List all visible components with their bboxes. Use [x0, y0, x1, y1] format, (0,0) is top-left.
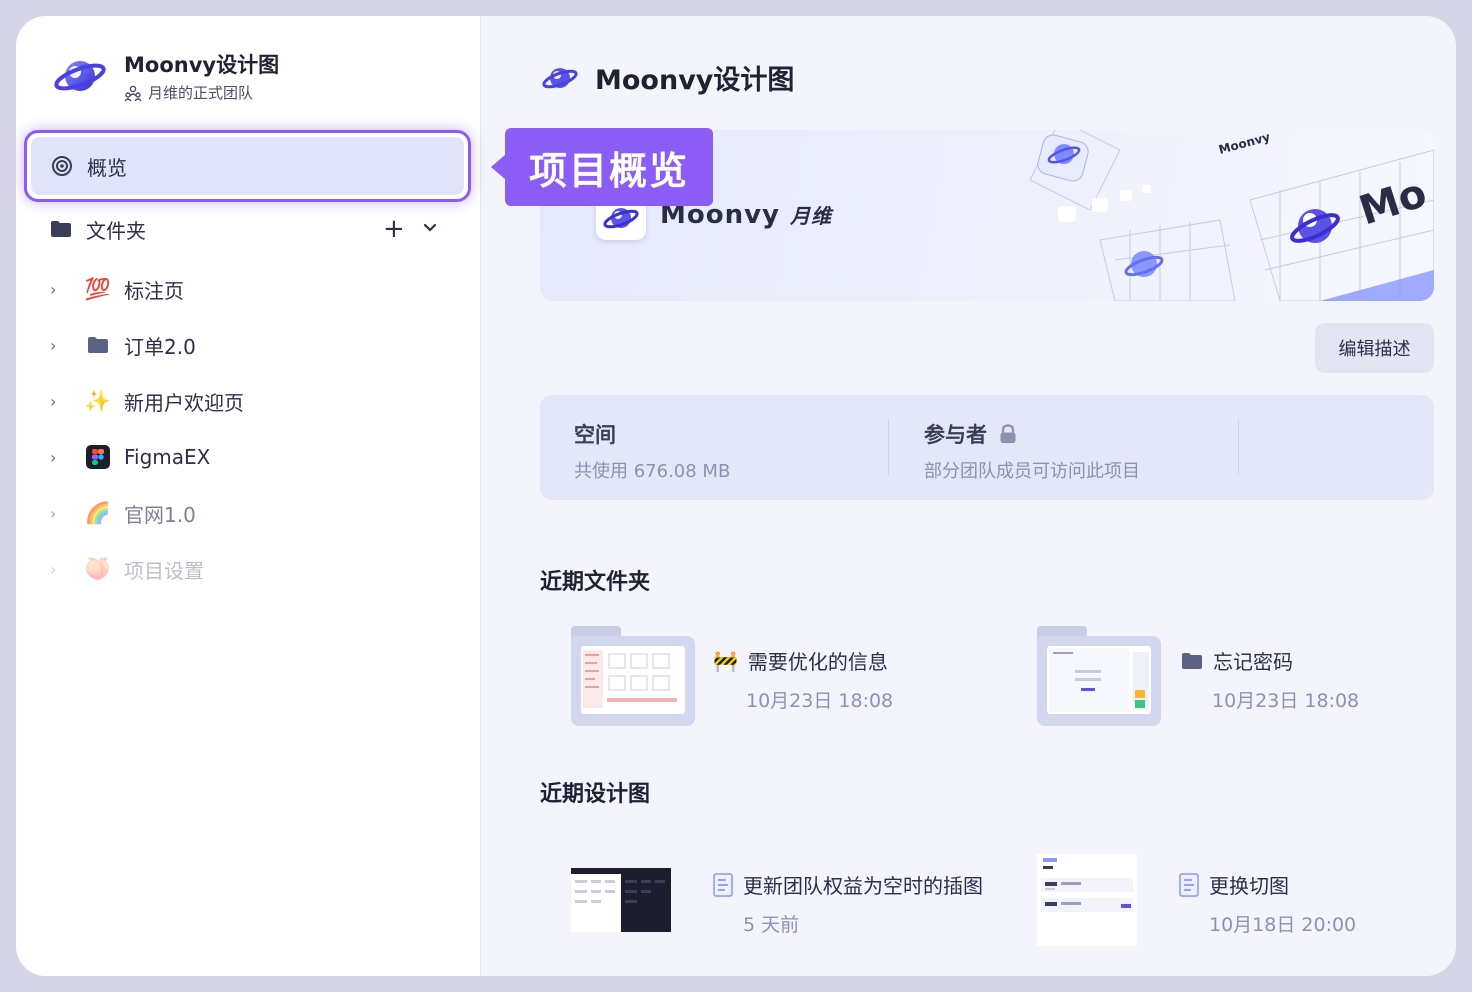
- chevron-down-icon[interactable]: [422, 220, 438, 236]
- nav-overview-label: 概览: [87, 155, 127, 180]
- sidebar-item-figmaex[interactable]: › FigmaEX: [50, 440, 210, 474]
- members-value: 部分团队成员可访问此项目: [924, 461, 1140, 482]
- folder-icon: [1182, 652, 1202, 669]
- app-window: Moonvy设计图 月维的正式团队 概览 文件夹 + › 💯 标注页 › 订单2…: [16, 16, 1456, 976]
- divider: [888, 419, 889, 475]
- sidebar-item-label: 订单2.0: [124, 334, 196, 359]
- sidebar-item-label: 标注页: [124, 278, 184, 303]
- chevron-right-icon[interactable]: ›: [50, 448, 64, 467]
- divider: [1238, 419, 1239, 475]
- recent-folder-thumbnail[interactable]: [571, 626, 695, 726]
- team-subtitle: 月维的正式团队: [124, 82, 253, 103]
- folders-label: 文件夹: [86, 218, 146, 243]
- recent-folder-time: 10月23日 18:08: [746, 690, 894, 712]
- edit-description-button[interactable]: 编辑描述: [1315, 323, 1434, 373]
- recent-design-name[interactable]: 更换切图: [1179, 870, 1289, 899]
- chevron-right-icon[interactable]: ›: [50, 392, 64, 411]
- sidebar-item-welcome[interactable]: › ✨ 新用户欢迎页: [50, 384, 244, 418]
- document-icon: [1179, 872, 1199, 897]
- banner-artwork: Mo Moonvy: [1029, 130, 1434, 301]
- hundred-emoji-icon: 💯: [84, 276, 112, 301]
- team-subtitle-text: 月维的正式团队: [148, 84, 254, 102]
- team-name: Moonvy设计图: [124, 53, 280, 77]
- members-info[interactable]: 参与者 部分团队成员可访问此项目: [924, 419, 1140, 483]
- sidebar-item-website[interactable]: › 🌈 官网1.0: [50, 496, 196, 530]
- sidebar-item-annotation[interactable]: › 💯 标注页: [50, 272, 184, 306]
- project-title: Moonvy设计图: [595, 65, 795, 96]
- recent-design-time: 5 天前: [743, 914, 800, 936]
- members-title: 参与者: [924, 423, 987, 447]
- folder-icon: [84, 331, 112, 359]
- space-value: 共使用 676.08 MB: [574, 461, 731, 482]
- recent-designs-title: 近期设计图: [540, 782, 651, 807]
- overview-tooltip: 项目概览: [491, 128, 713, 206]
- peach-emoji-icon: 🍑: [84, 556, 112, 581]
- sidebar-item-label: 新用户欢迎页: [124, 390, 244, 415]
- add-folder-button[interactable]: +: [383, 216, 405, 242]
- sidebar-item-label: 官网1.0: [124, 502, 196, 527]
- planet-logo-icon[interactable]: [54, 54, 106, 98]
- space-info: 空间 共使用 676.08 MB: [574, 419, 730, 483]
- figma-icon: [84, 443, 112, 471]
- team-members-icon: [124, 85, 142, 101]
- planet-logo-icon: [542, 67, 578, 88]
- rainbow-emoji-icon: 🌈: [84, 500, 112, 525]
- sidebar-item-order[interactable]: › 订单2.0: [50, 328, 196, 362]
- chevron-right-icon[interactable]: ›: [50, 504, 64, 523]
- lock-icon: [1000, 424, 1016, 443]
- sidebar-item-settings[interactable]: › 🍑 项目设置: [50, 552, 204, 586]
- folder-icon: [51, 221, 71, 237]
- project-info-card: 空间 共使用 676.08 MB 参与者 部分团队成员可访问此项目: [540, 395, 1434, 500]
- chevron-right-icon[interactable]: ›: [50, 336, 64, 355]
- nav-overview[interactable]: 概览: [24, 130, 471, 202]
- recent-folder-label: 需要优化的信息: [747, 650, 888, 674]
- recent-design-label: 更新团队权益为空时的插图: [743, 874, 983, 898]
- sidebar-item-label: FigmaEX: [124, 445, 211, 469]
- recent-design-thumbnail[interactable]: [571, 868, 671, 932]
- planet-logo-icon: [603, 208, 639, 229]
- recent-folder-label: 忘记密码: [1213, 650, 1293, 674]
- sparkles-emoji-icon: ✨: [84, 388, 112, 413]
- recent-folder-name[interactable]: 忘记密码: [1181, 646, 1293, 675]
- project-header: Moonvy设计图: [541, 58, 794, 97]
- folders-header[interactable]: 文件夹 +: [50, 212, 446, 246]
- sidebar: Moonvy设计图 月维的正式团队 概览 文件夹 + › 💯 标注页 › 订单2…: [16, 16, 481, 976]
- recent-design-label: 更换切图: [1209, 874, 1289, 898]
- recent-design-thumbnail[interactable]: [1037, 854, 1137, 946]
- recent-design-time: 10月18日 20:00: [1209, 914, 1357, 936]
- construction-emoji-icon: 🚧: [713, 648, 738, 673]
- recent-folders-title: 近期文件夹: [540, 570, 651, 595]
- svg-text:Moonvy: Moonvy: [1217, 130, 1272, 157]
- svg-text:Mo: Mo: [1354, 170, 1432, 235]
- banner-brand-cn: 月维: [790, 204, 833, 228]
- target-icon: [52, 156, 72, 176]
- recent-folder-name[interactable]: 🚧 需要优化的信息: [713, 646, 888, 675]
- space-title: 空间: [574, 423, 616, 447]
- recent-design-name[interactable]: 更新团队权益为空时的插图: [713, 870, 983, 899]
- recent-folder-time: 10月23日 18:08: [1212, 690, 1360, 712]
- chevron-right-icon[interactable]: ›: [50, 560, 64, 579]
- recent-folder-thumbnail[interactable]: [1037, 626, 1161, 726]
- document-icon: [713, 872, 733, 897]
- sidebar-item-label: 项目设置: [124, 558, 204, 583]
- chevron-right-icon[interactable]: ›: [50, 280, 64, 299]
